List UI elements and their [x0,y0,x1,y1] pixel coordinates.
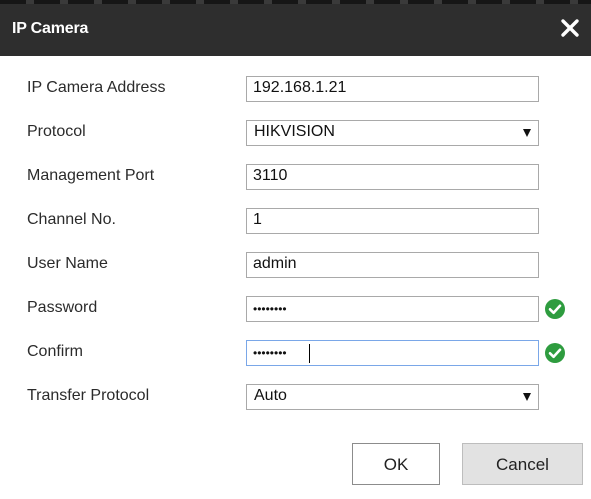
confirm-password-input[interactable]: •••••••• [246,340,539,366]
dialog-title: IP Camera [12,20,89,37]
password-label: Password [27,299,98,316]
password-value: •••••••• [253,302,287,316]
channel-no-label: Channel No. [27,211,116,228]
dialog-titlebar[interactable]: IP Camera [0,0,591,56]
row-management-port: Management Port 3110 [0,164,591,190]
protocol-label: Protocol [27,123,86,140]
text-caret [309,344,310,363]
row-protocol: Protocol HIKVISION [0,120,591,146]
channel-no-value: 1 [253,211,262,228]
management-port-input[interactable]: 3110 [246,164,539,190]
dropdown-arrow-icon [523,129,531,137]
close-icon[interactable] [559,17,581,39]
transfer-protocol-select[interactable]: Auto [246,384,539,410]
protocol-select[interactable]: HIKVISION [246,120,539,146]
check-circle-icon [545,343,565,363]
user-name-value: admin [253,255,297,272]
management-port-label: Management Port [27,167,155,184]
user-name-input[interactable]: admin [246,252,539,278]
transfer-protocol-label: Transfer Protocol [27,387,150,404]
dropdown-arrow-icon [523,393,531,401]
check-circle-icon [545,299,565,319]
confirm-label: Confirm [27,343,84,360]
row-transfer-protocol: Transfer Protocol Auto [0,384,591,410]
ip-camera-dialog: IP Camera IP Camera Address 192.168.1.21… [0,0,591,499]
ok-button[interactable]: OK [352,443,440,485]
row-ip-address: IP Camera Address 192.168.1.21 [0,76,591,102]
transfer-protocol-value: Auto [254,387,287,404]
ip-address-label: IP Camera Address [27,79,166,96]
row-confirm: Confirm •••••••• [0,340,591,366]
password-input[interactable]: •••••••• [246,296,539,322]
top-strip [0,0,591,4]
user-name-label: User Name [27,255,108,272]
cancel-button[interactable]: Cancel [462,443,583,485]
protocol-value: HIKVISION [254,123,335,140]
ip-address-value: 192.168.1.21 [253,79,347,96]
row-channel-no: Channel No. 1 [0,208,591,234]
management-port-value: 3110 [253,167,288,184]
confirm-value: •••••••• [253,346,287,360]
ip-address-input[interactable]: 192.168.1.21 [246,76,539,102]
row-password: Password •••••••• [0,296,591,322]
row-user-name: User Name admin [0,252,591,278]
channel-no-input[interactable]: 1 [246,208,539,234]
